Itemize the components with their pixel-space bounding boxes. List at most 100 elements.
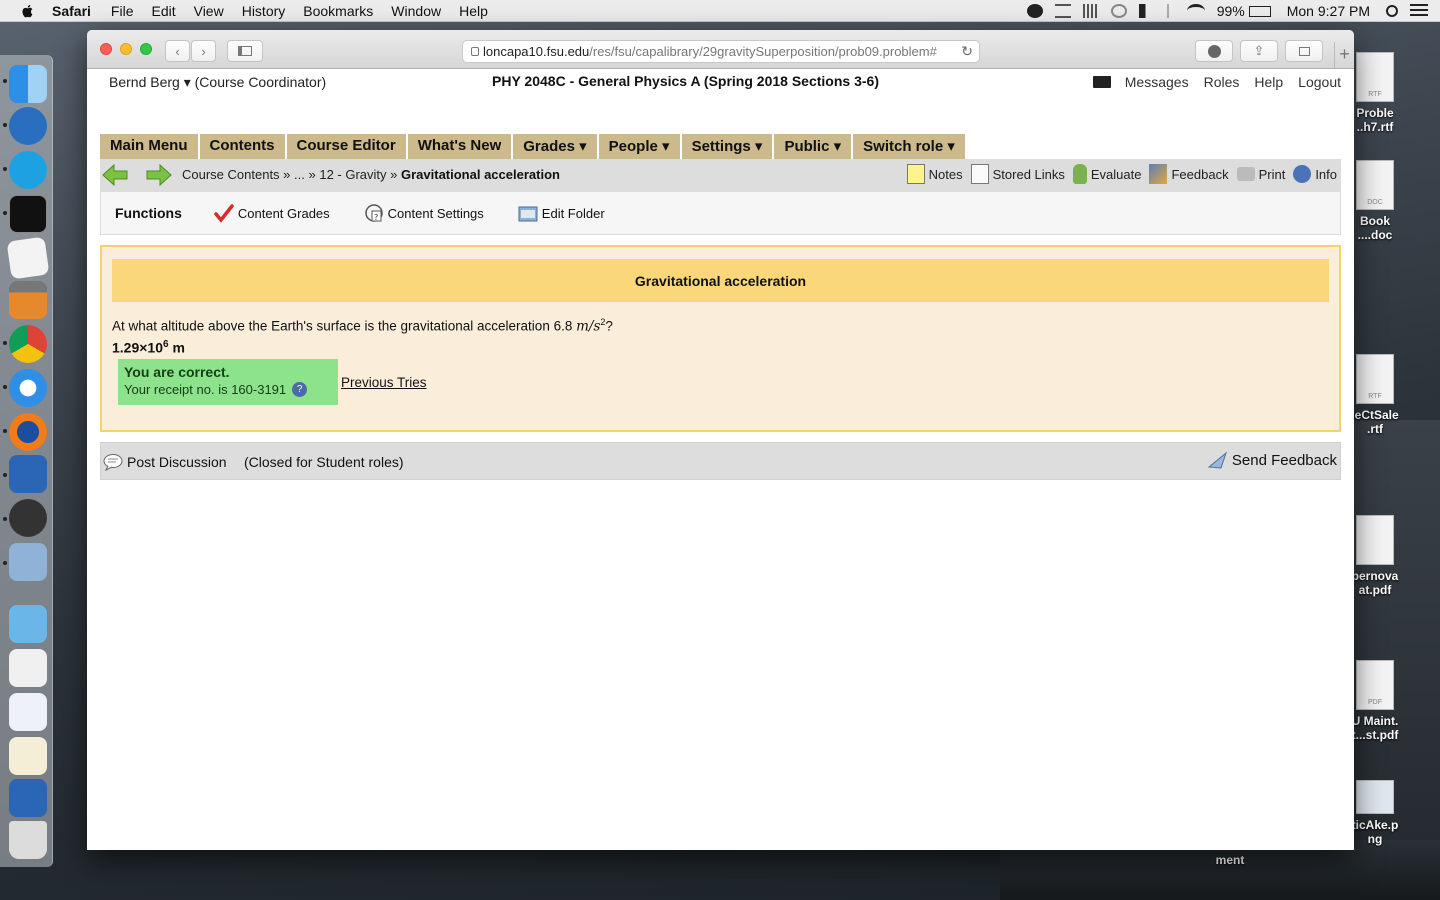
- finder-icon[interactable]: [9, 65, 47, 103]
- menu-people[interactable]: People ▾: [599, 134, 682, 159]
- menu-public[interactable]: Public ▾: [774, 134, 854, 159]
- breadcrumb-bar: Course Contents » ... » 12 - Gravity » G…: [100, 159, 1341, 191]
- rtf-file-icon: RTF: [1356, 52, 1394, 102]
- logout-link[interactable]: Logout: [1298, 74, 1341, 90]
- notification-center-icon[interactable]: [1410, 4, 1428, 18]
- previous-tries-link[interactable]: Previous Tries: [341, 375, 427, 390]
- breadcrumb-gravity[interactable]: 12 - Gravity »: [319, 167, 397, 182]
- evaluate-hand-icon: [1072, 164, 1087, 184]
- menu-settings[interactable]: Settings ▾: [682, 134, 775, 159]
- battery-icon[interactable]: [1248, 5, 1271, 17]
- share-button[interactable]: ⇪: [1240, 40, 1278, 62]
- menu-view[interactable]: View: [194, 3, 224, 19]
- url-path: /res/fsu/capalibrary/29gravitySuperposit…: [589, 44, 937, 59]
- menu-whats-new[interactable]: What's New: [408, 134, 514, 159]
- window-minimize-button[interactable]: [120, 43, 132, 55]
- send-feedback-button[interactable]: Send Feedback: [1207, 451, 1337, 469]
- terminal-icon[interactable]: [9, 195, 47, 233]
- messages-link[interactable]: Messages: [1125, 74, 1189, 90]
- tabs-overview-button[interactable]: [1285, 40, 1323, 62]
- dock: [0, 55, 53, 867]
- menu-help[interactable]: Help: [459, 3, 488, 19]
- menu-window[interactable]: Window: [391, 3, 441, 19]
- desktop-file[interactable]: ment: [1185, 853, 1275, 867]
- menu-contents[interactable]: Contents: [200, 134, 287, 159]
- calculator-icon[interactable]: [9, 281, 47, 319]
- address-bar[interactable]: loncapa10.fsu.edu/res/fsu/capalibrary/29…: [462, 40, 980, 63]
- help-question-icon[interactable]: ?: [292, 382, 308, 397]
- spreadsheet-stack-icon[interactable]: [9, 737, 47, 775]
- menu-grades[interactable]: Grades ▾: [513, 134, 599, 159]
- time-machine-icon[interactable]: [1110, 4, 1127, 18]
- thunderbird-icon[interactable]: [9, 107, 47, 145]
- breadcrumb-current: Gravitational acceleration: [401, 167, 560, 182]
- rtf-file-icon: RTF: [1356, 354, 1394, 404]
- dock-running-indicator: [3, 517, 7, 521]
- firefox-icon[interactable]: [9, 413, 47, 451]
- content-settings-button[interactable]: ? Content Settings: [364, 203, 484, 223]
- downloads-button[interactable]: [1195, 40, 1233, 62]
- problem-title: Gravitational acceleration: [634, 273, 807, 289]
- skype-status-icon[interactable]: [1026, 4, 1043, 18]
- spotlight-search-icon[interactable]: [1386, 5, 1398, 17]
- sync-status-icon[interactable]: [1054, 4, 1071, 18]
- menu-edit[interactable]: Edit: [151, 3, 175, 19]
- bluetooth-icon[interactable]: [1166, 4, 1175, 18]
- chrome-icon[interactable]: [9, 325, 47, 363]
- info-icon: [1293, 165, 1312, 183]
- trash-icon[interactable]: [9, 821, 47, 859]
- user-menu[interactable]: Bernd Berg ▾: [109, 74, 191, 90]
- wifi-icon[interactable]: [1186, 4, 1205, 18]
- menu-main-menu[interactable]: Main Menu: [100, 134, 200, 159]
- edit-folder-icon: [518, 206, 538, 222]
- share-icon: ⇪: [1253, 43, 1265, 58]
- document-stack-icon[interactable]: [9, 649, 47, 687]
- back-button[interactable]: ‹: [165, 40, 190, 62]
- reload-icon[interactable]: ↻: [961, 43, 973, 60]
- menu-history[interactable]: History: [242, 3, 286, 19]
- feedback-button[interactable]: Feedback: [1149, 164, 1229, 184]
- next-arrow-icon[interactable]: [146, 164, 172, 186]
- post-discussion-button[interactable]: Post Discussion: [103, 453, 227, 471]
- info-button[interactable]: Info: [1293, 165, 1337, 183]
- preview-icon[interactable]: [9, 543, 47, 581]
- menu-file[interactable]: File: [111, 3, 134, 19]
- breadcrumb-course-contents[interactable]: Course Contents »: [182, 167, 290, 182]
- menu-bookmarks[interactable]: Bookmarks: [303, 3, 373, 19]
- window-close-button[interactable]: [100, 43, 112, 55]
- document-stack-icon[interactable]: [9, 693, 47, 731]
- x11-icon[interactable]: [9, 499, 47, 537]
- calendar-18-icon[interactable]: [9, 455, 47, 493]
- safari-icon[interactable]: [9, 369, 47, 407]
- roles-link[interactable]: Roles: [1204, 74, 1240, 90]
- menu-course-editor[interactable]: Course Editor: [287, 134, 408, 159]
- sidebar-toggle-button[interactable]: [227, 40, 263, 62]
- stored-links-button[interactable]: Stored Links: [970, 164, 1065, 184]
- print-button[interactable]: Print: [1236, 167, 1285, 182]
- forward-button[interactable]: ›: [191, 40, 216, 62]
- battery-percent[interactable]: 99%: [1217, 3, 1245, 19]
- volume-icon[interactable]: [1138, 4, 1155, 18]
- calendar-18-icon[interactable]: [9, 779, 47, 817]
- content-grades-button[interactable]: Content Grades: [214, 203, 330, 223]
- menu-switch-role[interactable]: Switch role ▾: [853, 134, 967, 159]
- window-zoom-button[interactable]: [140, 43, 152, 55]
- edit-folder-button[interactable]: Edit Folder: [518, 203, 605, 223]
- notes-button[interactable]: Notes: [906, 164, 963, 184]
- activity-status-icon[interactable]: [1082, 4, 1099, 18]
- evaluate-button[interactable]: Evaluate: [1072, 164, 1141, 184]
- messages-icon[interactable]: [1092, 76, 1111, 88]
- previous-arrow-icon[interactable]: [102, 164, 128, 186]
- skype-icon[interactable]: [9, 151, 47, 189]
- help-link[interactable]: Help: [1254, 74, 1283, 90]
- menubar-clock[interactable]: Mon 9:27 PM: [1287, 3, 1370, 19]
- new-tab-button[interactable]: +: [1334, 42, 1354, 69]
- apple-icon[interactable]: [20, 3, 36, 19]
- dock-running-indicator: [3, 167, 7, 171]
- menu-app-safari[interactable]: Safari: [52, 3, 91, 19]
- dock-running-indicator: [3, 429, 7, 433]
- discussion-bar: Post Discussion (Closed for Student role…: [100, 442, 1341, 480]
- downloads-folder-icon[interactable]: [9, 605, 47, 643]
- breadcrumb-ellipsis[interactable]: ... »: [294, 167, 316, 182]
- textedit-icon[interactable]: [6, 236, 50, 280]
